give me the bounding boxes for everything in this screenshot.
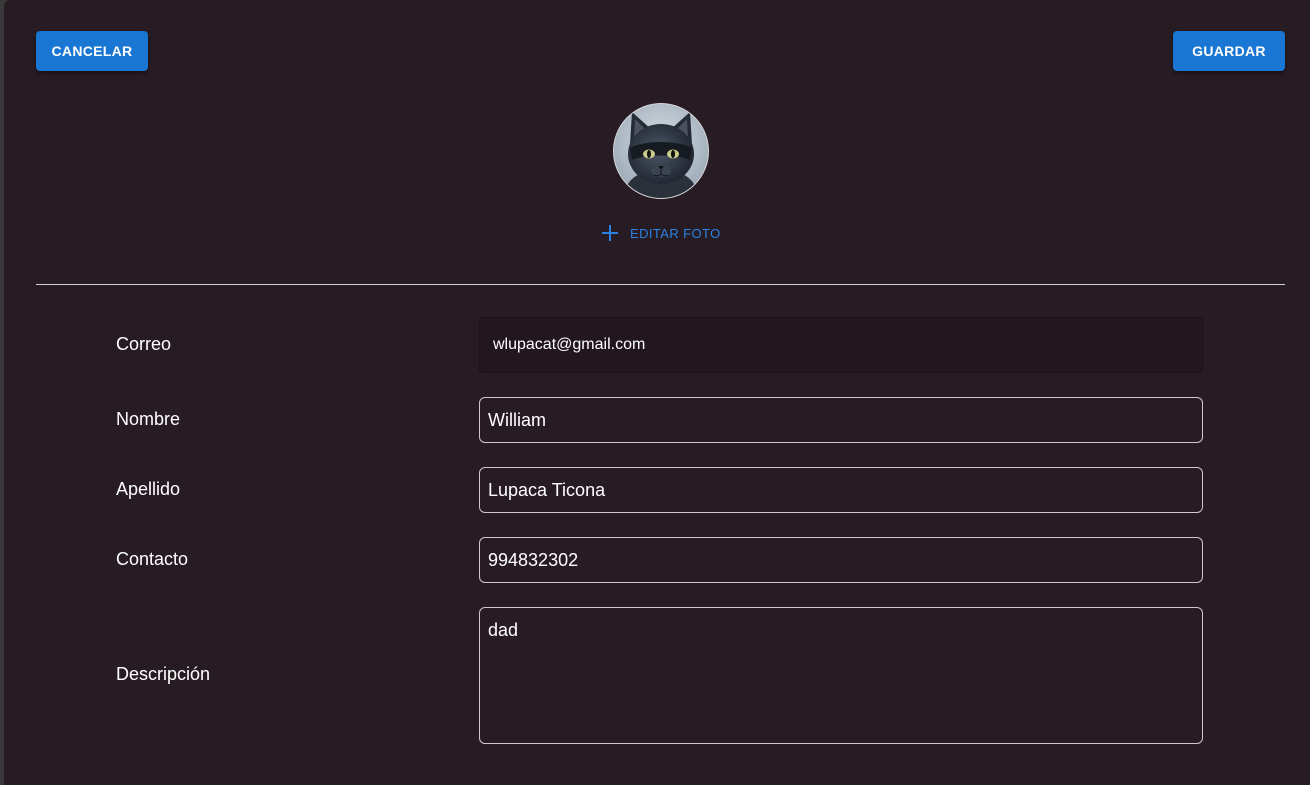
edit-photo-label: EDITAR FOTO [630,225,721,241]
email-label: Correo [116,334,172,354]
first-name-label: Nombre [116,409,181,429]
contact-input[interactable]: 994832302 [479,537,1203,583]
description-textarea[interactable]: dad [479,607,1203,744]
first-name-input[interactable]: William [479,397,1203,443]
edit-photo-button[interactable]: EDITAR FOTO [602,220,721,246]
avatar [613,103,709,199]
last-name-input[interactable]: Lupaca Ticona [479,467,1203,513]
cat-avatar-image [614,104,708,198]
last-name-label: Apellido [116,479,181,499]
plus-icon [602,225,618,241]
save-button[interactable]: GUARDAR [1173,31,1285,71]
contact-label: Contacto [116,549,189,569]
divider [36,284,1285,285]
description-label: Descripción [116,664,211,684]
edit-profile-panel: CANCELAR GUARDAR EDITAR FOTO Correo wlup… [4,0,1310,785]
email-field: wlupacat@gmail.com [479,317,1203,373]
cancel-button[interactable]: CANCELAR [36,31,148,71]
